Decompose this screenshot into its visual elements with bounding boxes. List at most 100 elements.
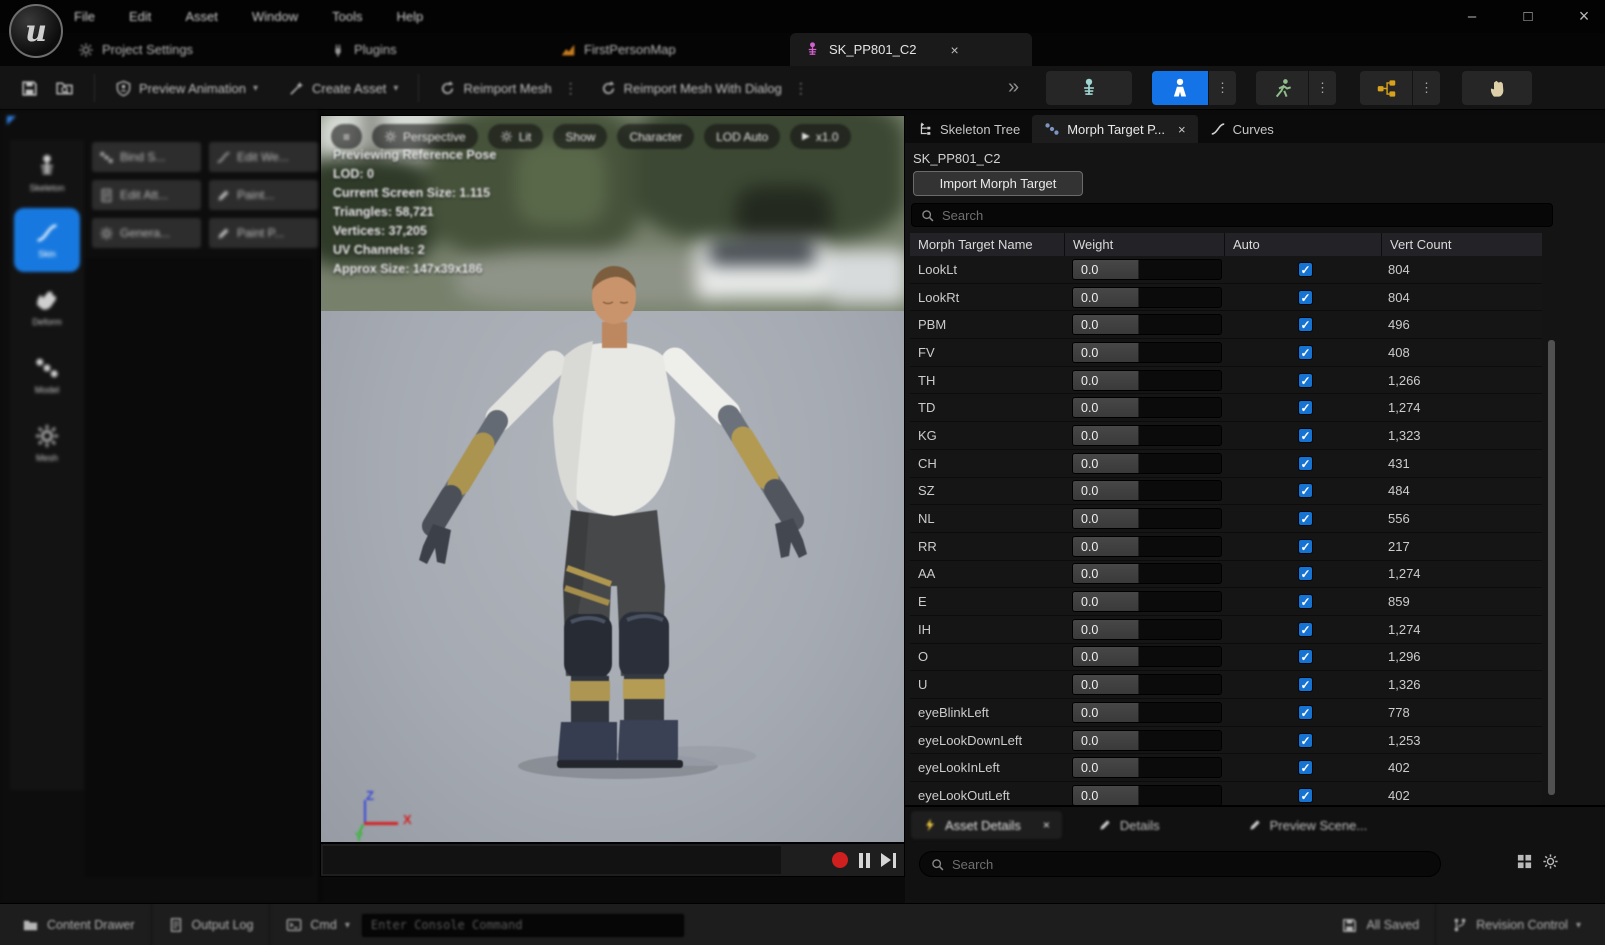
reimport-mesh-button[interactable]: Reimport Mesh [431,74,559,103]
weight-spinbox[interactable]: 0.0 [1072,508,1222,529]
tab-firstpersonmap[interactable]: FirstPersonMap [560,33,676,66]
weight-spinbox[interactable]: 0.0 [1072,480,1222,501]
morph-target-row[interactable]: KG 0.0 ✓ 1,323 [910,422,1542,450]
tab-project-settings[interactable]: Project Settings [78,33,193,66]
auto-checkbox[interactable]: ✓ [1298,373,1313,388]
mode-model[interactable]: Model [10,342,84,408]
console-command-input[interactable] [362,914,684,937]
close-button[interactable]: × [1573,6,1595,27]
tab-asset-details[interactable]: Asset Details × [911,811,1062,839]
auto-checkbox[interactable]: ✓ [1298,317,1313,332]
tab-morph-target-preview[interactable]: Morph Target P... × [1032,115,1197,143]
mode-mesh[interactable]: Mesh [10,410,84,476]
menu-tools[interactable]: Tools [332,9,362,24]
menu-window[interactable]: Window [252,9,298,24]
menu-asset[interactable]: Asset [185,9,218,24]
3d-viewport[interactable]: ≡ Perspective Lit Show Character LOD Aut… [320,115,905,843]
revision-control-button[interactable]: Revision Control ▾ [1440,904,1593,945]
cmd-dropdown-button[interactable]: Cmd ▾ [274,904,361,945]
morph-target-row[interactable]: FV 0.0 ✓ 408 [910,339,1542,367]
weight-spinbox[interactable]: 0.0 [1072,563,1222,584]
animation-mode-button[interactable] [1256,71,1308,105]
weight-spinbox[interactable]: 0.0 [1072,702,1222,723]
morph-target-row[interactable]: eyeBlinkLeft 0.0 ✓ 778 [910,699,1542,727]
auto-checkbox[interactable]: ✓ [1298,345,1313,360]
morph-target-row[interactable]: LookRt 0.0 ✓ 804 [910,284,1542,312]
morph-target-row[interactable]: CH 0.0 ✓ 431 [910,450,1542,478]
weight-spinbox[interactable]: 0.0 [1072,314,1222,335]
unreal-engine-logo-icon[interactable]: u [9,4,63,58]
morph-target-row[interactable]: NL 0.0 ✓ 556 [910,505,1542,533]
morph-target-row[interactable]: TH 0.0 ✓ 1,266 [910,367,1542,395]
weight-spinbox[interactable]: 0.0 [1072,536,1222,557]
import-morph-target-button[interactable]: Import Morph Target [913,171,1083,196]
blueprint-mode-options-icon[interactable]: ⋮ [1412,71,1440,105]
weight-spinbox[interactable]: 0.0 [1072,453,1222,474]
auto-checkbox[interactable]: ✓ [1298,400,1313,415]
morph-target-row[interactable]: IH 0.0 ✓ 1,274 [910,616,1542,644]
menu-edit[interactable]: Edit [129,9,151,24]
toolbar-overflow-icon[interactable]: » [1008,76,1017,99]
mode-skin[interactable]: Skin [14,208,80,272]
morph-target-row[interactable]: U 0.0 ✓ 1,326 [910,671,1542,699]
tab-skeleton-tree[interactable]: Skeleton Tree [905,115,1032,143]
content-drawer-button[interactable]: Content Drawer [10,904,147,945]
bind-skin-button[interactable]: Bind S... [92,142,201,172]
preview-animation-button[interactable]: Preview Animation ▾ [107,74,266,103]
minimize-button[interactable]: – [1461,8,1483,25]
generate-button[interactable]: Genera... [92,218,201,248]
tab-curves[interactable]: Curves [1198,115,1286,143]
paint-button[interactable]: Paint... [209,180,318,210]
weight-spinbox[interactable]: 0.0 [1072,646,1222,667]
playback-speed-button[interactable]: ▶ x1.0 [790,124,850,149]
auto-checkbox[interactable]: ✓ [1298,483,1313,498]
auto-checkbox[interactable]: ✓ [1298,788,1313,803]
weight-spinbox[interactable]: 0.0 [1072,425,1222,446]
auto-checkbox[interactable]: ✓ [1298,456,1313,471]
auto-checkbox[interactable]: ✓ [1298,539,1313,554]
auto-checkbox[interactable]: ✓ [1298,290,1313,305]
browse-to-asset-button[interactable] [47,73,82,104]
reimport-mesh-dialog-button[interactable]: Reimport Mesh With Dialog [592,74,790,103]
animation-mode-options-icon[interactable]: ⋮ [1308,71,1336,105]
edit-attributes-button[interactable]: Edit Att... [92,180,201,210]
morph-target-row[interactable]: O 0.0 ✓ 1,296 [910,644,1542,672]
tab-sk-pp801-c2[interactable]: SK_PP801_C2 × [790,33,1032,66]
tab-close-icon[interactable]: × [950,42,958,58]
mode-skeleton[interactable]: Skeleton [10,140,84,206]
auto-checkbox[interactable]: ✓ [1298,760,1313,775]
morph-target-row[interactable]: eyeLookDownLeft 0.0 ✓ 1,253 [910,727,1542,755]
morph-target-row[interactable]: LookLt 0.0 ✓ 804 [910,256,1542,284]
all-saved-button[interactable]: All Saved [1329,904,1431,945]
display-filter-icon[interactable] [1516,853,1533,870]
tab-close-icon[interactable]: × [1043,818,1050,832]
morph-target-row[interactable]: E 0.0 ✓ 859 [910,588,1542,616]
morph-target-row[interactable]: eyeLookOutLeft 0.0 ✓ 402 [910,782,1542,805]
lod-auto-button[interactable]: LOD Auto [704,124,780,149]
auto-checkbox[interactable]: ✓ [1298,649,1313,664]
auto-checkbox[interactable]: ✓ [1298,428,1313,443]
morph-table-scrollbar[interactable] [1548,340,1555,795]
output-log-button[interactable]: Output Log [156,904,266,945]
weight-spinbox[interactable]: 0.0 [1072,370,1222,391]
create-asset-button[interactable]: Create Asset ▾ [280,74,406,103]
morph-target-row[interactable]: eyeLookInLeft 0.0 ✓ 402 [910,754,1542,782]
paint-props-button[interactable]: Paint P... [209,218,318,248]
character-button[interactable]: Character [617,124,694,149]
morph-target-row[interactable]: AA 0.0 ✓ 1,274 [910,561,1542,589]
morph-target-row[interactable]: SZ 0.0 ✓ 484 [910,478,1542,506]
edit-weights-button[interactable]: Edit We... [209,142,318,172]
save-button[interactable] [12,73,47,104]
pause-button[interactable] [859,853,870,868]
weight-spinbox[interactable]: 0.0 [1072,757,1222,778]
menu-file[interactable]: File [74,9,95,24]
weight-spinbox[interactable]: 0.0 [1072,674,1222,695]
maximize-button[interactable]: □ [1517,8,1539,25]
header-weight[interactable]: Weight [1065,233,1225,256]
morph-target-row[interactable]: PBM 0.0 ✓ 496 [910,311,1542,339]
weight-spinbox[interactable]: 0.0 [1072,619,1222,640]
auto-checkbox[interactable]: ✓ [1298,705,1313,720]
timeline-track[interactable] [323,846,781,874]
details-search-input[interactable] [952,857,1430,872]
tab-plugins[interactable]: Plugins [330,33,397,66]
